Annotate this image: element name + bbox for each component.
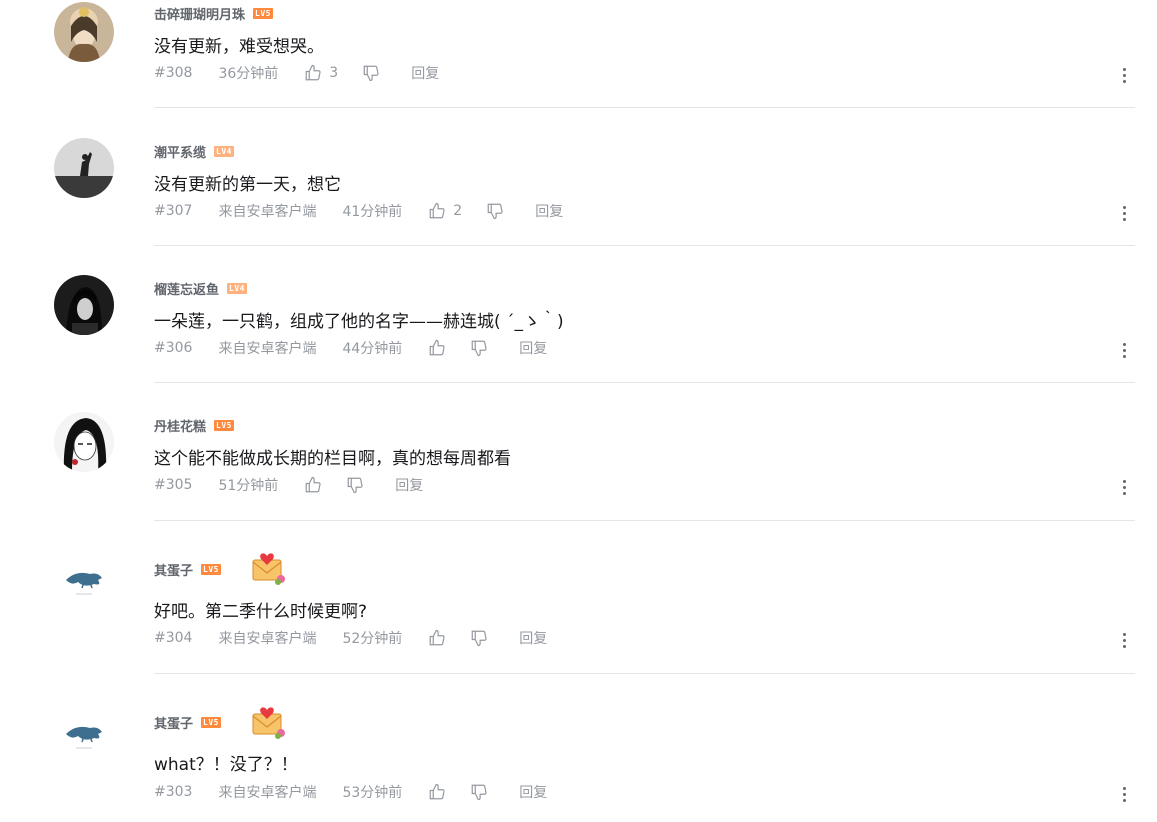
thumbs-up-icon [429, 202, 445, 219]
reply-button[interactable]: 回复 [519, 628, 547, 648]
thumbs-up-icon [429, 629, 445, 646]
floor-number: #303 [154, 784, 193, 800]
floor-number: #306 [154, 340, 193, 356]
avatar[interactable] [54, 2, 114, 62]
dislike-button[interactable] [362, 64, 380, 82]
reply-meta: #306 来自安卓客户端 44分钟前 回复 [154, 338, 547, 358]
thumbs-down-icon [487, 203, 503, 220]
reply-time: 53分钟前 [342, 785, 403, 801]
comment-text: 这个能不能做成长期的栏目啊，真的想每周都看 [154, 449, 511, 469]
level-badge: LV4 [227, 283, 247, 294]
comment-text: what？！没了？！ [154, 755, 298, 775]
divider [154, 382, 1135, 383]
floor-number: #304 [154, 630, 193, 646]
username[interactable]: 潮平系缆 LV4 [154, 142, 234, 161]
reply-time: 51分钟前 [218, 478, 279, 494]
reply-meta: #304 来自安卓客户端 52分钟前 回复 [154, 628, 547, 648]
username[interactable]: 丹桂花糕 LV5 [154, 416, 234, 435]
reply-meta: #303 来自安卓客户端 53分钟前 回复 [154, 782, 547, 802]
username[interactable]: 榴莲忘返鱼 LV4 [154, 279, 247, 298]
thumbs-up-icon [429, 783, 445, 800]
thumbs-up-icon [305, 64, 321, 81]
more-options-icon[interactable] [1116, 65, 1132, 85]
like-button[interactable]: 3 [304, 64, 338, 82]
reply-source: 来自安卓客户端 [218, 341, 317, 357]
reply-source: 来自安卓客户端 [218, 631, 317, 647]
reply-button[interactable]: 回复 [519, 782, 547, 802]
dislike-button[interactable] [470, 783, 488, 801]
avatar[interactable] [54, 412, 114, 472]
floor-number: #308 [154, 65, 193, 81]
thumbs-down-icon [363, 65, 379, 82]
like-button[interactable] [304, 476, 322, 494]
floor-number: #307 [154, 203, 193, 219]
reply-meta: #307 来自安卓客户端 41分钟前 2 回复 [154, 201, 563, 221]
more-options-icon[interactable] [1116, 340, 1132, 360]
reply-button[interactable]: 回复 [519, 338, 547, 358]
dislike-button[interactable] [486, 202, 504, 220]
level-badge: LV5 [201, 564, 221, 575]
reply-time: 52分钟前 [342, 631, 403, 647]
more-options-icon[interactable] [1116, 784, 1132, 804]
reply-button[interactable]: 回复 [395, 475, 423, 495]
divider [154, 107, 1135, 108]
username[interactable]: 击碎珊瑚明月珠 LV5 [154, 4, 273, 23]
comment-text: 好吧。第二季什么时候更啊? [154, 602, 368, 622]
more-options-icon[interactable] [1116, 477, 1132, 497]
reply-source: 来自安卓客户端 [218, 204, 317, 220]
comment-text: 没有更新，难受想哭。 [154, 37, 324, 57]
username[interactable]: 其蛋子 LV5 [154, 560, 221, 579]
like-count: 2 [453, 203, 463, 219]
like-button[interactable] [428, 783, 446, 801]
thumbs-down-icon [347, 477, 363, 494]
dislike-button[interactable] [470, 339, 488, 357]
avatar[interactable] [54, 550, 114, 610]
love-letter-icon [249, 548, 289, 588]
avatar[interactable] [54, 275, 114, 335]
more-options-icon[interactable] [1116, 630, 1132, 650]
thumbs-down-icon [471, 630, 487, 647]
like-count: 3 [329, 65, 339, 81]
like-button[interactable] [428, 339, 446, 357]
like-button[interactable] [428, 629, 446, 647]
reply-meta: #305 51分钟前 回复 [154, 475, 423, 495]
thumbs-up-icon [429, 339, 445, 356]
level-badge: LV5 [201, 717, 221, 728]
more-options-icon[interactable] [1116, 203, 1132, 223]
reply-meta: #308 36分钟前 3 回复 [154, 63, 439, 83]
divider [154, 245, 1135, 246]
reply-time: 36分钟前 [218, 66, 279, 82]
thumbs-up-icon [305, 476, 321, 493]
like-button[interactable]: 2 [428, 202, 462, 220]
floor-number: #305 [154, 477, 193, 493]
username[interactable]: 其蛋子 LV5 [154, 713, 221, 732]
love-letter-icon [249, 702, 289, 742]
dislike-button[interactable] [346, 476, 364, 494]
divider [154, 520, 1135, 521]
divider [154, 673, 1135, 674]
reply-time: 41分钟前 [342, 204, 403, 220]
reply-time: 44分钟前 [342, 341, 403, 357]
reply-button[interactable]: 回复 [411, 63, 439, 83]
level-badge: LV4 [214, 146, 234, 157]
thumbs-down-icon [471, 340, 487, 357]
comment-text: 一朵莲，一只鹤，组成了他的名字——赫连城( ´_ゝ｀) [154, 312, 564, 332]
avatar[interactable] [54, 704, 114, 764]
dislike-button[interactable] [470, 629, 488, 647]
comment-text: 没有更新的第一天，想它 [154, 175, 341, 195]
thumbs-down-icon [471, 784, 487, 801]
level-badge: LV5 [253, 8, 273, 19]
reply-source: 来自安卓客户端 [218, 785, 317, 801]
avatar[interactable] [54, 138, 114, 198]
reply-button[interactable]: 回复 [535, 201, 563, 221]
level-badge: LV5 [214, 420, 234, 431]
